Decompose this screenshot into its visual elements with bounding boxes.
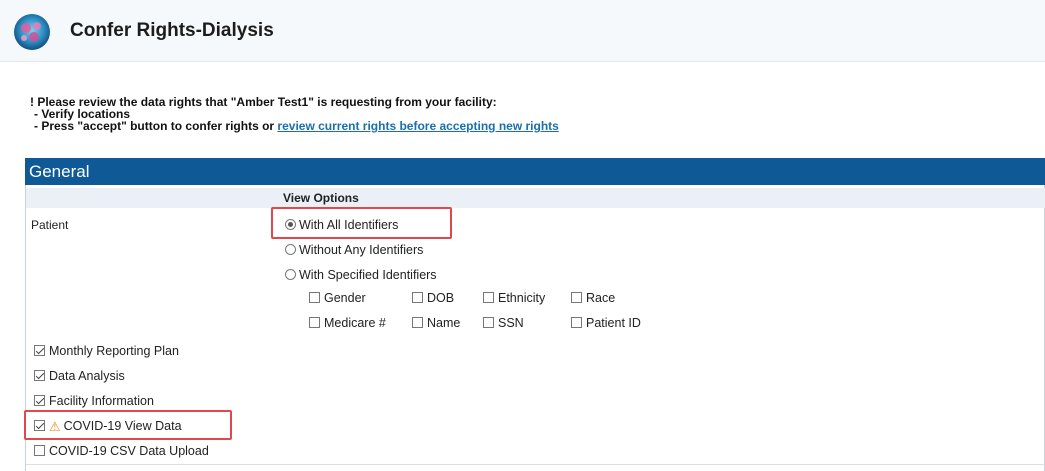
- view-options-header: View Options: [283, 191, 359, 205]
- checkbox[interactable]: [412, 292, 423, 303]
- checkbox-label: Monthly Reporting Plan: [49, 344, 179, 358]
- checkbox[interactable]: [34, 445, 45, 456]
- checkbox-checked[interactable]: [34, 345, 45, 356]
- checkbox-name[interactable]: Name: [412, 316, 460, 330]
- checkbox-label: Ethnicity: [498, 291, 546, 305]
- radio-label: With Specified Identifiers: [299, 268, 437, 282]
- checkbox-ethnicity[interactable]: Ethnicity: [483, 291, 545, 305]
- checkbox[interactable]: [309, 292, 320, 303]
- checkbox-label: Name: [427, 316, 461, 330]
- radio-button[interactable]: [285, 269, 296, 280]
- checkbox-race[interactable]: Race: [571, 291, 615, 305]
- page-title: Confer Rights-Dialysis: [70, 20, 274, 41]
- checkbox-label: Data Analysis: [49, 369, 125, 383]
- checkbox-medicare[interactable]: Medicare #: [309, 316, 386, 330]
- notice-line-3-text: - Press "accept" button to confer rights…: [34, 119, 278, 133]
- checkbox-covid-19-csv-data-upload[interactable]: COVID-19 CSV Data Upload: [34, 444, 209, 458]
- checkbox-data-analysis[interactable]: Data Analysis: [34, 369, 125, 383]
- nhsn-logo-icon: [14, 14, 50, 50]
- checkbox-checked[interactable]: [34, 370, 45, 381]
- radio-label: Without Any Identifiers: [299, 243, 424, 257]
- review-current-rights-link[interactable]: review current rights before accepting n…: [277, 119, 558, 133]
- panel-bottom-divider: [26, 464, 1045, 465]
- page-header: Confer Rights-Dialysis: [0, 0, 1045, 62]
- checkbox[interactable]: [483, 292, 494, 303]
- checkbox-label: Race: [586, 291, 616, 305]
- general-panel-header: General: [25, 158, 1045, 185]
- checkbox[interactable]: [483, 317, 494, 328]
- radio-without-any-identifiers[interactable]: Without Any Identifiers: [285, 243, 423, 257]
- checkbox-patient-id[interactable]: Patient ID: [571, 316, 641, 330]
- view-options-header-row: [26, 188, 1045, 208]
- checkbox[interactable]: [309, 317, 320, 328]
- patient-label: Patient: [31, 218, 69, 232]
- radio-button[interactable]: [285, 244, 296, 255]
- checkbox-monthly-reporting-plan[interactable]: Monthly Reporting Plan: [34, 344, 179, 358]
- checkbox-label: SSN: [498, 316, 524, 330]
- checkbox-label: Patient ID: [586, 316, 641, 330]
- review-notice: ! Please review the data rights that "Am…: [30, 96, 559, 132]
- checkbox-label: COVID-19 CSV Data Upload: [49, 444, 209, 458]
- checkbox-checked[interactable]: [34, 395, 45, 406]
- checkbox-ssn[interactable]: SSN: [483, 316, 524, 330]
- checkbox-label: DOB: [427, 291, 455, 305]
- checkbox-gender[interactable]: Gender: [309, 291, 366, 305]
- notice-line-3: - Press "accept" button to confer rights…: [30, 120, 559, 132]
- checkbox-dob[interactable]: DOB: [412, 291, 454, 305]
- checkbox-label: Medicare #: [324, 316, 386, 330]
- radio-with-specified-identifiers[interactable]: With Specified Identifiers: [285, 268, 437, 282]
- checkbox-label: Gender: [324, 291, 366, 305]
- checkbox[interactable]: [571, 292, 582, 303]
- checkbox-label: Facility Information: [49, 394, 154, 408]
- highlight-box-covid-19-view-data: [24, 410, 232, 440]
- checkbox[interactable]: [412, 317, 423, 328]
- checkbox[interactable]: [571, 317, 582, 328]
- highlight-box-with-all-identifiers: [271, 207, 452, 239]
- checkbox-facility-information[interactable]: Facility Information: [34, 394, 154, 408]
